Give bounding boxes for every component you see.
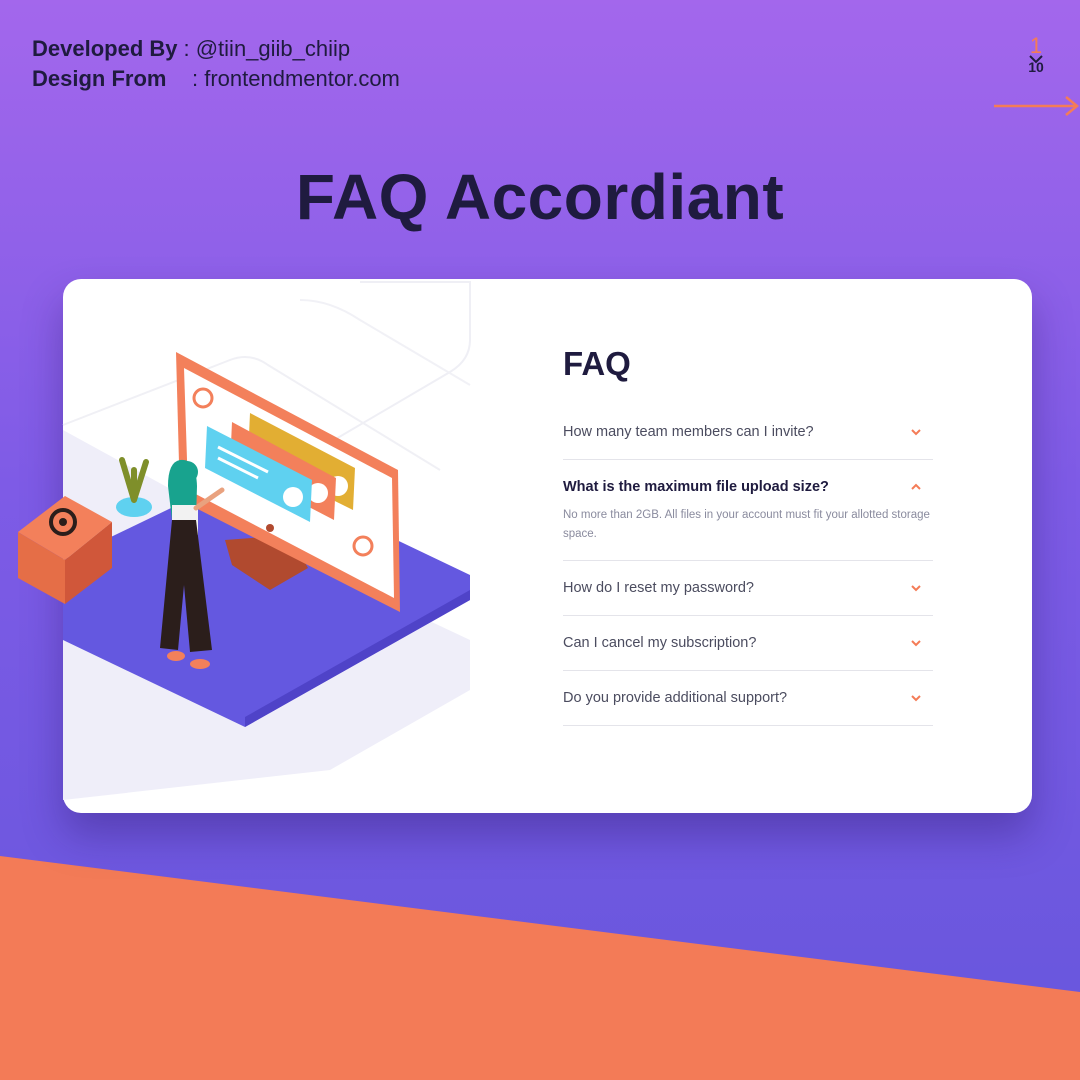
faq-question-row[interactable]: Do you provide additional support? <box>563 671 933 725</box>
developed-by-row: Developed By : @tiin_giib_chiip <box>32 34 400 64</box>
faq-item[interactable]: How do I reset my password? <box>563 561 933 616</box>
faq-question-row[interactable]: How do I reset my password? <box>563 561 933 615</box>
plant <box>116 457 152 517</box>
developed-by-label: Developed By <box>32 36 178 61</box>
design-from-label: Design From <box>32 66 167 91</box>
chevron-down-icon <box>911 585 921 592</box>
faq-item[interactable]: How many team members can I invite? <box>563 405 933 460</box>
faq-question: What is the maximum file upload size? <box>563 479 829 495</box>
faq-item[interactable]: Do you provide additional support? <box>563 671 933 726</box>
faq-item-open[interactable]: What is the maximum file upload size? No… <box>563 460 933 561</box>
faq-question: Do you provide additional support? <box>563 690 788 706</box>
faq-question-row[interactable]: How many team members can I invite? <box>563 405 933 459</box>
next-arrow-icon[interactable] <box>994 94 1080 118</box>
design-from-row: Design From : frontendmentor.com <box>32 64 400 94</box>
person-figure <box>160 459 225 669</box>
faq-card: FAQ How many team members can I invite? … <box>18 279 1032 813</box>
faq-question-row[interactable]: Can I cancel my subscription? <box>563 616 933 670</box>
faq-answer: No more than 2GB. All files in your acco… <box>563 509 930 540</box>
faq-question: How many team members can I invite? <box>563 424 814 440</box>
faq-item[interactable]: Can I cancel my subscription? <box>563 616 933 671</box>
faq-question: Can I cancel my subscription? <box>563 635 757 651</box>
page-indicator: 1 10 <box>1018 33 1054 75</box>
chevron-down-icon <box>911 429 921 436</box>
monitor <box>176 352 400 612</box>
page-headline: FAQ Accordiant <box>295 161 785 233</box>
platform-shape <box>63 470 470 727</box>
faq-section: FAQ How many team members can I invite? … <box>563 345 933 726</box>
chat-bubbles <box>205 413 355 522</box>
total-page-number: 10 <box>1028 59 1044 75</box>
credits: Developed By : @tiin_giib_chiip Design F… <box>32 34 400 94</box>
design-from-value: : frontendmentor.com <box>192 66 400 91</box>
faq-title: FAQ <box>563 345 631 382</box>
chevron-up-icon <box>911 483 921 490</box>
chevron-down-icon <box>911 640 921 647</box>
faq-question: How do I reset my password? <box>563 580 754 596</box>
monitor-stand <box>225 535 308 590</box>
chevron-down-icon <box>911 695 921 702</box>
developed-by-value: : @tiin_giib_chiip <box>183 36 351 61</box>
current-page-number: 1 <box>1029 33 1043 58</box>
